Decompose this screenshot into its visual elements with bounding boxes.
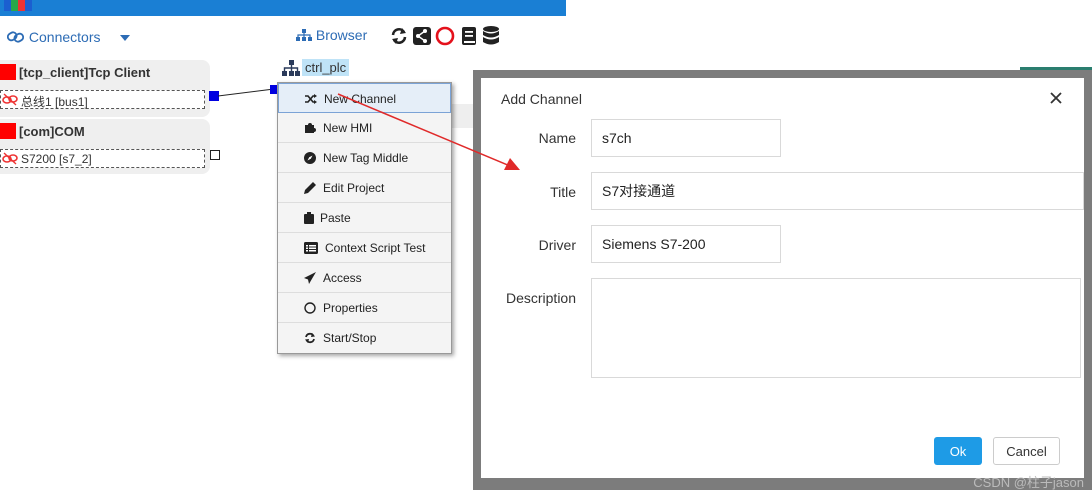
browser-label: Browser: [315, 27, 368, 43]
link-icon: [6, 31, 25, 43]
title-field[interactable]: [591, 172, 1084, 210]
unlink-icon: [2, 93, 18, 106]
puzzle-icon: [305, 123, 316, 133]
ok-button[interactable]: Ok: [934, 437, 982, 465]
shuffle-icon: [305, 94, 317, 104]
menu-item-start-stop[interactable]: Start/Stop: [278, 323, 451, 353]
driver-field[interactable]: [591, 225, 781, 263]
circle-icon: [304, 302, 316, 314]
title-label: Title: [550, 184, 576, 200]
connector-title: [com]COM: [0, 123, 85, 139]
book-icon[interactable]: [459, 25, 479, 47]
connectors-dropdown[interactable]: Connectors: [6, 29, 131, 45]
status-square-icon: [0, 123, 16, 139]
watermark-text: CSDN @柱子jason: [973, 475, 1084, 490]
description-label: Description: [505, 290, 576, 306]
list-icon: [304, 242, 318, 254]
description-field[interactable]: [591, 278, 1081, 378]
connector-title: [tcp_client]Tcp Client: [0, 64, 150, 80]
menu-item-paste[interactable]: Paste: [278, 203, 451, 233]
record-circle-icon[interactable]: [435, 25, 455, 47]
connection-port-empty[interactable]: [210, 150, 220, 160]
app-logo: [4, 0, 34, 12]
name-field[interactable]: [591, 119, 781, 157]
annotation-arrow: [337, 93, 520, 170]
menu-item-properties[interactable]: Properties: [278, 293, 451, 323]
caret-down-icon: [120, 35, 131, 41]
app-header-bar: [0, 0, 566, 16]
add-channel-dialog: Add Channel Name Title Driver Descriptio…: [481, 78, 1084, 478]
menu-item-access[interactable]: Access: [278, 263, 451, 293]
unlink-icon: [2, 152, 18, 165]
share-icon[interactable]: [412, 25, 432, 47]
connector-panel-com[interactable]: [com]COM S7200 [s7_2]: [0, 119, 210, 174]
connector-panel-tcp[interactable]: [tcp_client]Tcp Client 总线1 [bus1]: [0, 60, 210, 117]
connectors-label: Connectors: [28, 29, 101, 45]
sitemap-icon: [282, 60, 300, 76]
connection-line: [218, 88, 275, 97]
close-icon[interactable]: [1048, 90, 1064, 106]
browser-link[interactable]: Browser: [296, 27, 367, 43]
node-label: ctrl_plc: [302, 59, 350, 76]
menu-item-context-script-test[interactable]: Context Script Test: [278, 233, 451, 263]
send-icon: [304, 272, 316, 284]
driver-label: Driver: [538, 237, 576, 253]
clipboard-icon: [304, 212, 314, 224]
database-icon[interactable]: [481, 25, 501, 47]
connector-device-item[interactable]: S7200 [s7_2]: [0, 149, 205, 168]
cancel-button[interactable]: Cancel: [993, 437, 1060, 465]
pencil-icon: [304, 182, 316, 194]
sitemap-icon: [296, 29, 312, 41]
refresh-icon: [305, 332, 315, 344]
status-square-icon: [0, 64, 16, 80]
refresh-icon[interactable]: [389, 25, 409, 47]
connector-bus-item[interactable]: 总线1 [bus1]: [0, 90, 205, 109]
compass-icon: [304, 152, 316, 164]
